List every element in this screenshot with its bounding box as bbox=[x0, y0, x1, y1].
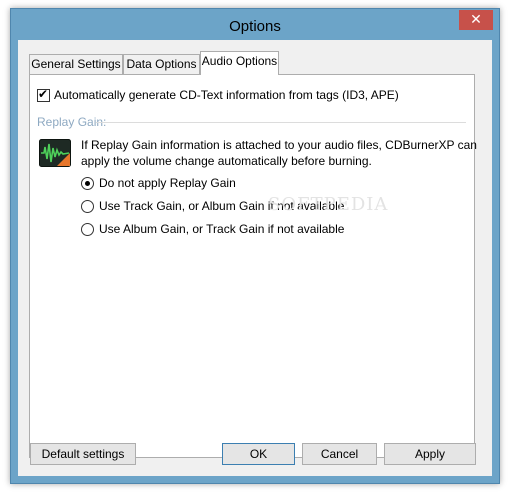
radio-album-gain-label[interactable]: Use Album Gain, or Track Gain if not ava… bbox=[99, 222, 344, 236]
options-dialog: Options ✕ General Settings Data Options … bbox=[10, 8, 500, 484]
window-title: Options bbox=[229, 18, 281, 35]
close-button[interactable]: ✕ bbox=[459, 10, 493, 30]
radio-album-gain[interactable] bbox=[81, 223, 94, 236]
radio-track-gain[interactable] bbox=[81, 200, 94, 213]
replay-gain-waveform-icon bbox=[39, 139, 71, 170]
apply-button[interactable]: Apply bbox=[384, 443, 476, 465]
ok-button[interactable]: OK bbox=[222, 443, 295, 465]
group-divider bbox=[96, 122, 466, 123]
title-bar[interactable]: Options ✕ bbox=[11, 9, 499, 41]
close-icon: ✕ bbox=[470, 12, 482, 28]
tab-general-settings[interactable]: General Settings bbox=[29, 54, 123, 74]
audio-options-panel: ✔ Automatically generate CD-Text informa… bbox=[29, 74, 477, 458]
replay-gain-description-line2: apply the volume change automatically be… bbox=[81, 154, 372, 168]
checkmark-icon: ✔ bbox=[38, 87, 49, 101]
tab-data-options[interactable]: Data Options bbox=[123, 54, 200, 74]
tab-audio-options[interactable]: Audio Options bbox=[200, 51, 279, 75]
cdtext-checkbox-label[interactable]: Automatically generate CD-Text informati… bbox=[54, 88, 399, 102]
default-settings-button[interactable]: Default settings bbox=[30, 443, 136, 465]
cancel-button[interactable]: Cancel bbox=[302, 443, 377, 465]
cdtext-checkbox[interactable]: ✔ bbox=[37, 87, 50, 102]
dialog-body: General Settings Data Options Audio Opti… bbox=[18, 40, 492, 476]
radio-no-replay-gain-label[interactable]: Do not apply Replay Gain bbox=[99, 176, 236, 190]
radio-selected-dot bbox=[85, 181, 90, 186]
softpedia-watermark: SOFTPEDIA bbox=[268, 194, 389, 215]
radio-no-replay-gain[interactable] bbox=[81, 177, 94, 190]
replay-gain-description-line1: If Replay Gain information is attached t… bbox=[81, 138, 477, 152]
